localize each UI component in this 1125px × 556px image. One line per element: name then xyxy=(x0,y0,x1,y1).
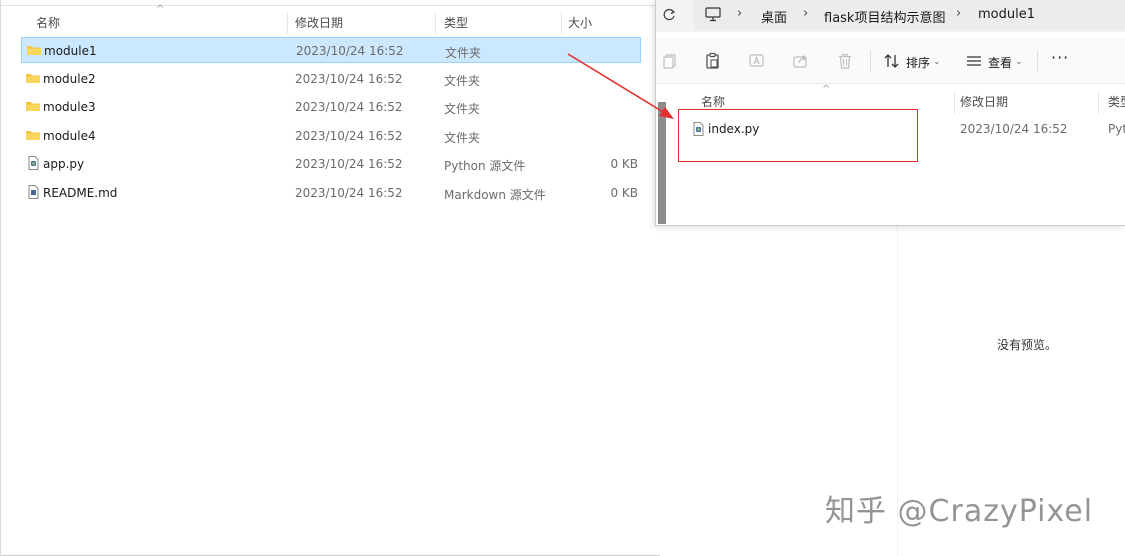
column-header-modified[interactable]: 修改日期 xyxy=(295,14,343,31)
file-type: 文件夹 xyxy=(444,102,481,116)
preview-pane-message: 没有预览。 xyxy=(997,338,1058,352)
copy-icon[interactable] xyxy=(661,52,679,70)
refresh-icon[interactable] xyxy=(661,7,677,23)
chevron-down-icon[interactable]: ⌄ xyxy=(1015,57,1023,67)
address-bar-area: › 桌面 › flask项目结构示意图 › module1 xyxy=(656,0,1125,32)
paste-icon[interactable] xyxy=(704,52,722,70)
file-type: 文件夹 xyxy=(444,74,481,88)
column-separator[interactable] xyxy=(1098,92,1099,114)
sort-ascending-icon: ^ xyxy=(156,4,165,15)
file-row-module2[interactable]: module2 2023/10/24 16:52 文件夹 xyxy=(21,66,641,92)
this-pc-icon xyxy=(705,7,721,22)
address-field[interactable]: › 桌面 › flask项目结构示意图 › module1 xyxy=(694,0,1125,30)
chevron-right-icon[interactable]: › xyxy=(803,6,808,21)
column-header-size[interactable]: 大小 xyxy=(568,14,592,31)
file-name: module2 xyxy=(43,72,96,86)
file-name: module1 xyxy=(44,44,97,58)
delete-icon[interactable] xyxy=(836,52,854,70)
file-size: 0 KB xyxy=(610,186,638,200)
markdown-file-icon xyxy=(28,185,39,199)
file-size: 0 KB xyxy=(610,157,638,171)
toolbar-divider xyxy=(870,50,871,72)
navigation-scrollbar[interactable] xyxy=(658,102,666,224)
file-modified: 2023/10/24 16:52 xyxy=(295,157,403,171)
rename-icon[interactable] xyxy=(748,52,766,70)
annotation-highlight-box xyxy=(678,109,918,162)
clipped-top-strip xyxy=(1,0,661,6)
background-explorer-window: ^ 名称 修改日期 类型 大小 module1 2023/10/24 16:52… xyxy=(0,0,661,556)
file-row-app-py[interactable]: app.py 2023/10/24 16:52 Python 源文件 0 KB xyxy=(21,151,641,177)
file-name: module3 xyxy=(43,100,96,114)
folder-icon xyxy=(27,46,41,55)
column-separator[interactable] xyxy=(561,12,562,34)
breadcrumb-item-desktop[interactable]: 桌面 xyxy=(761,7,787,26)
column-header-name[interactable]: 名称 xyxy=(701,93,725,110)
column-separator[interactable] xyxy=(954,92,955,114)
sort-ascending-icon: ^ xyxy=(822,84,831,95)
file-type: Python 源文件 xyxy=(444,159,526,173)
folder-icon xyxy=(26,74,40,83)
chevron-right-icon[interactable]: › xyxy=(956,6,961,21)
file-type: 文件夹 xyxy=(445,46,482,60)
file-type: Markdown 源文件 xyxy=(444,188,546,202)
file-row-module4[interactable]: module4 2023/10/24 16:52 文件夹 xyxy=(21,123,641,149)
column-header-name[interactable]: 名称 xyxy=(36,14,60,31)
file-name: README.md xyxy=(43,186,118,200)
left-column-header: ^ 名称 修改日期 类型 大小 xyxy=(21,4,646,34)
share-icon[interactable] xyxy=(792,52,810,70)
toolbar-divider xyxy=(1037,50,1038,72)
file-name: module4 xyxy=(43,129,96,143)
zhihu-watermark: 知乎 @CrazyPixel xyxy=(825,494,1094,529)
column-header-type[interactable]: 类型 xyxy=(1108,93,1125,110)
folder-icon xyxy=(26,102,40,111)
more-options-icon[interactable]: ··· xyxy=(1051,48,1069,67)
chevron-right-icon[interactable]: › xyxy=(737,6,742,21)
column-separator[interactable] xyxy=(435,12,436,34)
file-row-readme-md[interactable]: README.md 2023/10/24 16:52 Markdown 源文件 … xyxy=(21,180,641,206)
file-modified: 2023/10/24 16:52 xyxy=(295,72,403,86)
file-modified: 2023/10/24 16:52 xyxy=(295,100,403,114)
sort-button[interactable]: 排序 xyxy=(906,54,930,71)
view-button[interactable]: 查看 xyxy=(988,54,1012,71)
chevron-down-icon[interactable]: ⌄ xyxy=(933,57,941,67)
file-modified: 2023/10/24 16:52 xyxy=(960,122,1068,136)
view-icon[interactable] xyxy=(965,52,983,70)
file-row-module1[interactable]: module1 2023/10/24 16:52 文件夹 xyxy=(21,37,641,63)
file-modified: 2023/10/24 16:52 xyxy=(295,186,403,200)
column-header-type[interactable]: 类型 xyxy=(444,14,468,31)
folder-icon xyxy=(26,131,40,140)
file-type: Pyt xyxy=(1108,122,1125,136)
file-row-module3[interactable]: module3 2023/10/24 16:52 文件夹 xyxy=(21,94,641,120)
column-separator[interactable] xyxy=(287,12,288,34)
sort-icon[interactable] xyxy=(883,52,901,70)
file-type: 文件夹 xyxy=(444,131,481,145)
file-name: app.py xyxy=(43,157,85,171)
breadcrumb-item-module1[interactable]: module1 xyxy=(978,7,1035,22)
python-file-icon xyxy=(28,156,39,170)
file-modified: 2023/10/24 16:52 xyxy=(295,129,403,143)
breadcrumb-item-project[interactable]: flask项目结构示意图 xyxy=(824,7,945,26)
file-modified: 2023/10/24 16:52 xyxy=(296,44,404,58)
command-toolbar: 排序 ⌄ 查看 ⌄ ··· xyxy=(656,38,1125,84)
column-header-modified[interactable]: 修改日期 xyxy=(960,93,1008,110)
